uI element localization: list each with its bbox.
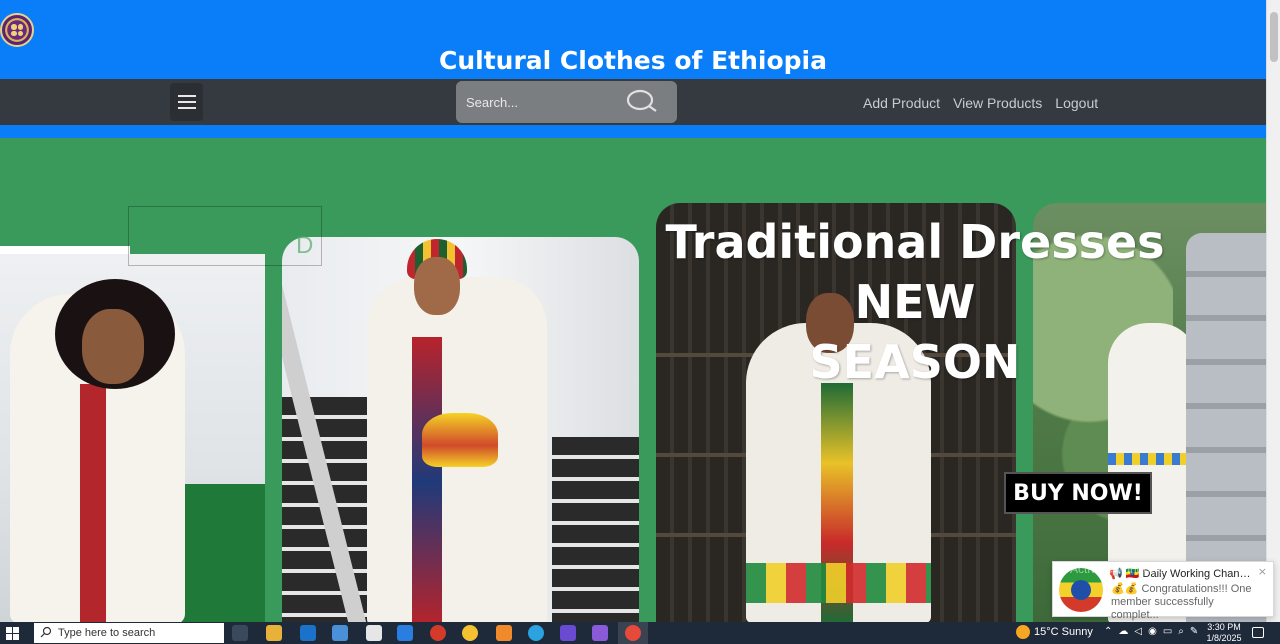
- volume-icon[interactable]: ◁: [1134, 626, 1142, 637]
- outlook-icon[interactable]: [300, 625, 316, 641]
- file-icon[interactable]: [366, 625, 382, 641]
- xampp-icon[interactable]: [496, 625, 512, 641]
- site-title: Cultural Clothes of Ethiopia: [439, 46, 827, 75]
- page-scrollbar[interactable]: [1266, 0, 1280, 622]
- nav-link-view-products[interactable]: View Products: [953, 95, 1042, 111]
- battery-icon[interactable]: ▭: [1163, 626, 1172, 637]
- divider: [0, 246, 130, 254]
- pen-icon[interactable]: ✎: [1190, 626, 1198, 637]
- blue-strip: [0, 125, 1266, 138]
- hamburger-menu-icon[interactable]: [170, 83, 203, 121]
- weather-widget[interactable]: 15°C Sunny: [1016, 625, 1093, 639]
- language-icon[interactable]: ⌕: [1178, 626, 1184, 637]
- wps-icon[interactable]: [430, 625, 446, 641]
- product-image-1[interactable]: [0, 254, 265, 622]
- notifications-icon[interactable]: [1252, 627, 1264, 638]
- product-image-2[interactable]: [282, 237, 639, 622]
- toast-message: 💰💰 Congratulations!!! One member success…: [1111, 583, 1252, 621]
- taskbar-search-text: Type here to search: [58, 627, 156, 639]
- emblem-logo-icon[interactable]: [0, 13, 34, 47]
- buy-now-button[interactable]: BUY NOW!: [1004, 472, 1152, 514]
- nav-link-logout[interactable]: Logout: [1055, 95, 1098, 111]
- hero-title-line2: NEW: [854, 275, 976, 329]
- nav-link-add-product[interactable]: Add Product: [863, 95, 940, 111]
- app-icon-2[interactable]: [592, 625, 608, 641]
- search-icon: [40, 626, 52, 638]
- taskbar: Type here to search 15°C Sunny ⌃ ☁ ◁ ◉ ▭…: [0, 622, 1280, 644]
- search-icon[interactable]: [626, 89, 658, 113]
- weather-text: 15°C Sunny: [1034, 626, 1093, 638]
- nav-links: Add Product View Products Logout: [863, 95, 1098, 111]
- windows-start-icon[interactable]: [6, 627, 19, 640]
- activate-windows-watermark: Activate Windows: [1070, 562, 1165, 576]
- clock-time: 3:30 PM: [1207, 622, 1241, 632]
- taskbar-search[interactable]: Type here to search: [34, 623, 224, 643]
- vscode-icon[interactable]: [397, 625, 413, 641]
- hero-title-line3: SEASON: [809, 335, 1021, 389]
- hero-title-line1: Traditional Dresses: [665, 215, 1165, 269]
- system-tray: ⌃ ☁ ◁ ◉ ▭ ⌕ ✎: [1104, 626, 1198, 637]
- chevron-up-icon[interactable]: ⌃: [1104, 626, 1112, 637]
- ghost-letter: D: [296, 232, 314, 259]
- chrome-active-icon[interactable]: [625, 625, 641, 641]
- clock-date: 1/8/2025: [1206, 633, 1242, 643]
- sun-icon: [1016, 625, 1030, 639]
- wifi-icon[interactable]: ◉: [1148, 626, 1157, 637]
- search-input[interactable]: [466, 90, 616, 114]
- close-icon[interactable]: ×: [1258, 565, 1267, 578]
- top-banner: Cultural Clothes of Ethiopia: [0, 0, 1266, 79]
- telegram-icon[interactable]: [528, 625, 544, 641]
- app-icon[interactable]: [560, 625, 576, 641]
- store-icon[interactable]: [332, 625, 348, 641]
- scroll-thumb[interactable]: [1270, 12, 1278, 62]
- task-view-icon[interactable]: [232, 625, 248, 641]
- ghost-frame: [128, 206, 322, 266]
- hero-title: Traditional Dresses NEW SEASON: [640, 212, 1190, 392]
- chrome-icon[interactable]: [462, 625, 478, 641]
- clock[interactable]: 3:30 PM 1/8/2025: [1206, 622, 1242, 644]
- file-explorer-icon[interactable]: [266, 625, 282, 641]
- network-icon[interactable]: ☁: [1118, 626, 1128, 637]
